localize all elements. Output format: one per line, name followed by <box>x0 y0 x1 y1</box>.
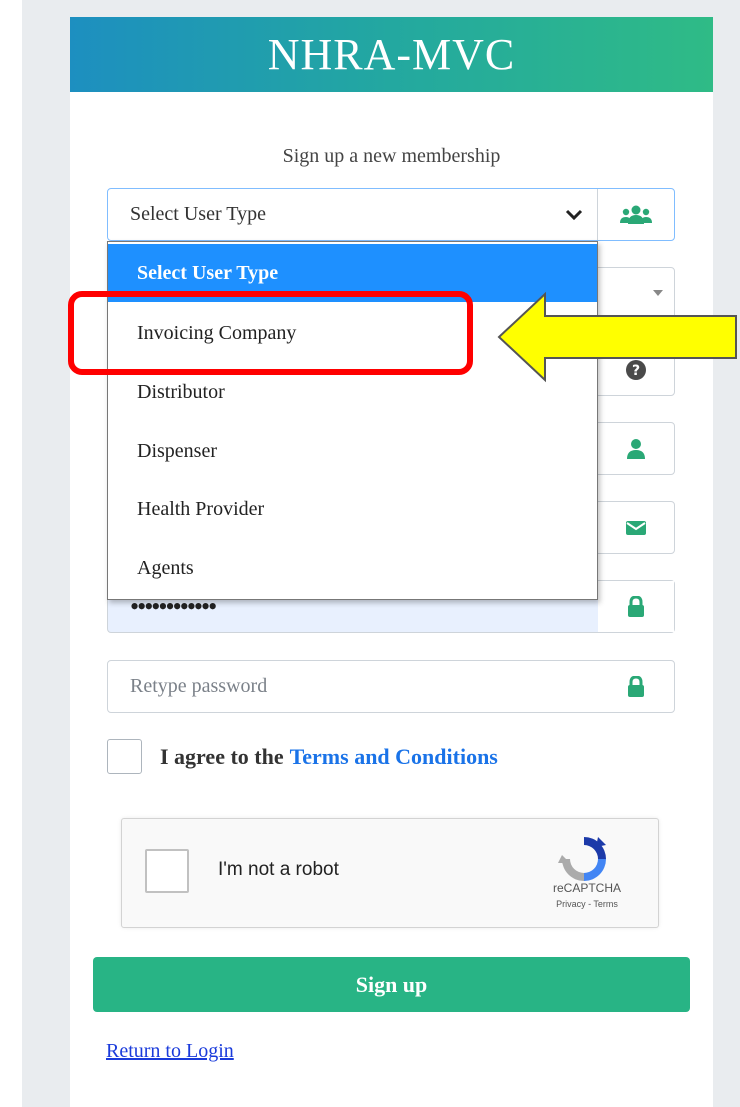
recaptcha-logo-icon <box>558 837 606 881</box>
terms-label: I agree to the Terms and Conditions <box>160 739 498 774</box>
users-icon <box>620 205 652 224</box>
dropdown-option[interactable]: Agents <box>108 539 597 597</box>
recaptcha-widget: I'm not a robot reCAPTCHA Privacy - Term… <box>121 818 659 928</box>
annotation-arrow-icon <box>497 291 737 383</box>
envelope-icon <box>626 520 646 535</box>
annotation-highlight-box <box>68 291 473 375</box>
user-type-select[interactable]: Select User Type <box>107 188 675 241</box>
recaptcha-terms[interactable]: Privacy - Terms <box>522 899 652 909</box>
signup-button[interactable]: Sign up <box>93 957 690 1012</box>
form-subtitle: Sign up a new membership <box>282 145 501 167</box>
email-addon <box>598 502 674 553</box>
left-gutter <box>0 0 22 1107</box>
recaptcha-brand: reCAPTCHA <box>552 881 621 895</box>
chevron-down-icon <box>565 209 583 221</box>
user-addon <box>598 423 674 474</box>
recaptcha-checkbox[interactable] <box>145 849 189 893</box>
password-addon <box>598 581 674 632</box>
card-header: NHRA-MVC <box>70 17 713 92</box>
brand-title: NHRA-MVC <box>267 30 516 79</box>
lock-icon <box>628 595 644 617</box>
lock-icon <box>628 675 644 697</box>
dropdown-option[interactable]: Health Provider <box>108 480 597 538</box>
recaptcha-label: I'm not a robot <box>218 859 339 880</box>
dropdown-option[interactable]: Dispenser <box>108 422 597 480</box>
retype-addon <box>598 661 674 712</box>
terms-link[interactable]: Terms and Conditions <box>290 744 498 770</box>
retype-password-field[interactable]: Retype password <box>107 660 675 713</box>
return-to-login-link[interactable]: Return to Login <box>106 1040 234 1063</box>
user-icon <box>627 438 645 459</box>
user-type-addon <box>597 189 674 240</box>
user-type-select-value: Select User Type <box>130 203 266 225</box>
terms-checkbox[interactable] <box>107 739 142 774</box>
retype-password-placeholder: Retype password <box>130 675 268 697</box>
agree-text: I agree to the <box>160 743 284 769</box>
